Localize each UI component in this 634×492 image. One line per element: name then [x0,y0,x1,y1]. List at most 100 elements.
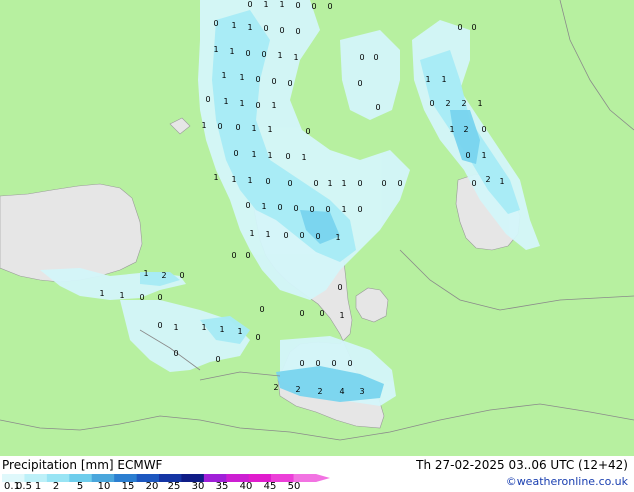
grid-value-label: 1 [277,51,282,60]
grid-value-label: 1 [499,177,504,186]
grid-value-label: 1 [341,179,346,188]
grid-value-label: 0 [295,27,300,36]
grid-value-label: 1 [229,47,234,56]
grid-value-label: 1 [301,153,306,162]
grid-value-label: 0 [261,50,266,59]
credit-link[interactable]: ©weatheronline.co.uk [506,475,628,488]
grid-value-label: 0 [235,123,240,132]
grid-value-label: 1 [213,173,218,182]
grid-value-label: 1 [271,101,276,110]
grid-value-label: 4 [339,387,344,396]
grid-value-label: 1 [481,151,486,160]
grid-value-label: 0 [279,26,284,35]
grid-value-label: 0 [263,24,268,33]
grid-value-label: 0 [139,293,144,302]
grid-value-label: 0 [319,309,324,318]
grid-value-label: 1 [327,179,332,188]
grid-value-label: 0 [357,79,362,88]
grid-value-label: 0 [429,99,434,108]
grid-value-label: 0 [265,177,270,186]
grid-value-label: 2 [317,387,322,396]
grid-value-label: 0 [471,179,476,188]
grid-value-label: 1 [279,0,284,9]
grid-value-label: 0 [247,0,252,9]
grid-value-label: 0 [173,349,178,358]
grid-value-label: 0 [293,204,298,213]
grid-value-label: 1 [231,21,236,30]
grid-value-label: 1 [341,205,346,214]
grid-value-label: 1 [237,327,242,336]
grid-value-label: 0 [357,205,362,214]
grid-value-label: 0 [327,2,332,11]
grid-value-label: 2 [445,99,450,108]
scale-tick-label: 30 [191,481,205,492]
grid-value-label: 0 [287,179,292,188]
grid-value-label: 1 [201,323,206,332]
grid-value-label: 2 [485,175,490,184]
grid-value-label: 0 [285,152,290,161]
grid-value-label: 0 [299,231,304,240]
grid-value-label: 2 [273,383,278,392]
grid-value-label: 1 [221,71,226,80]
scale-tick-label: 5 [76,481,84,492]
grid-value-label: 1 [251,124,256,133]
grid-value-label: 1 [263,0,268,9]
scale-tick-label: 25 [167,481,181,492]
grid-value-label: 0 [245,251,250,260]
grid-value-label: 1 [223,97,228,106]
grid-value-label: 0 [233,149,238,158]
grid-value-label: 0 [375,103,380,112]
scale-tick-label: 15 [121,481,135,492]
grid-value-label: 0 [255,75,260,84]
scale-tick-label: 20 [145,481,159,492]
grid-value-label: 1 [293,53,298,62]
scale-tick-label: 50 [287,481,301,492]
scale-tick-label: 2 [52,481,60,492]
grid-value-label: 1 [251,150,256,159]
grid-value-label: 2 [295,385,300,394]
grid-value-label: 2 [463,125,468,134]
grid-value-label: 0 [259,305,264,314]
grid-value-label: 1 [239,99,244,108]
grid-value-label: 0 [373,53,378,62]
footer: Precipitation [mm] ECMWF Th 27-02-2025 0… [0,456,634,492]
grid-value-label: 0 [255,101,260,110]
grid-value-label: 1 [339,311,344,320]
grid-value-label: 1 [231,175,236,184]
scale-tick-label: 1 [34,481,42,492]
grid-value-label: 0 [481,125,486,134]
grid-value-label: 1 [173,323,178,332]
grid-value-label: 1 [265,230,270,239]
valid-time: Th 27-02-2025 03..06 UTC (12+42) [416,458,628,472]
grid-value-label: 0 [299,309,304,318]
grid-value-label: 1 [247,176,252,185]
grid-value-label: 0 [245,49,250,58]
black-sea [0,183,143,283]
precipitation-map: 0110000110001100111100001101100110000110… [0,0,634,456]
grid-value-label: 0 [287,79,292,88]
grid-value-label: 0 [331,359,336,368]
grid-value-label: 0 [283,231,288,240]
grid-value-label: 0 [309,205,314,214]
product-title: Precipitation [mm] ECMWF [2,458,163,472]
grid-value-label: 0 [231,251,236,260]
grid-value-label: 0 [359,53,364,62]
grid-value-label: 0 [397,179,402,188]
grid-value-label: 0 [299,359,304,368]
grid-value-label: 0 [245,201,250,210]
scale-tick-label: 35 [215,481,229,492]
grid-value-label: 1 [119,291,124,300]
grid-value-label: 1 [425,75,430,84]
grid-value-label: 0 [271,77,276,86]
grid-value-label: 1 [267,151,272,160]
grid-value-label: 0 [381,179,386,188]
grid-value-label: 0 [357,179,362,188]
grid-value-label: 0 [347,359,352,368]
grid-value-label: 1 [213,45,218,54]
grid-value-label: 1 [261,202,266,211]
grid-value-label: 1 [267,125,272,134]
grid-value-label: 0 [315,232,320,241]
grid-value-label: 1 [335,233,340,242]
scale-tick-label: 10 [97,481,111,492]
grid-value-label: 2 [161,271,166,280]
